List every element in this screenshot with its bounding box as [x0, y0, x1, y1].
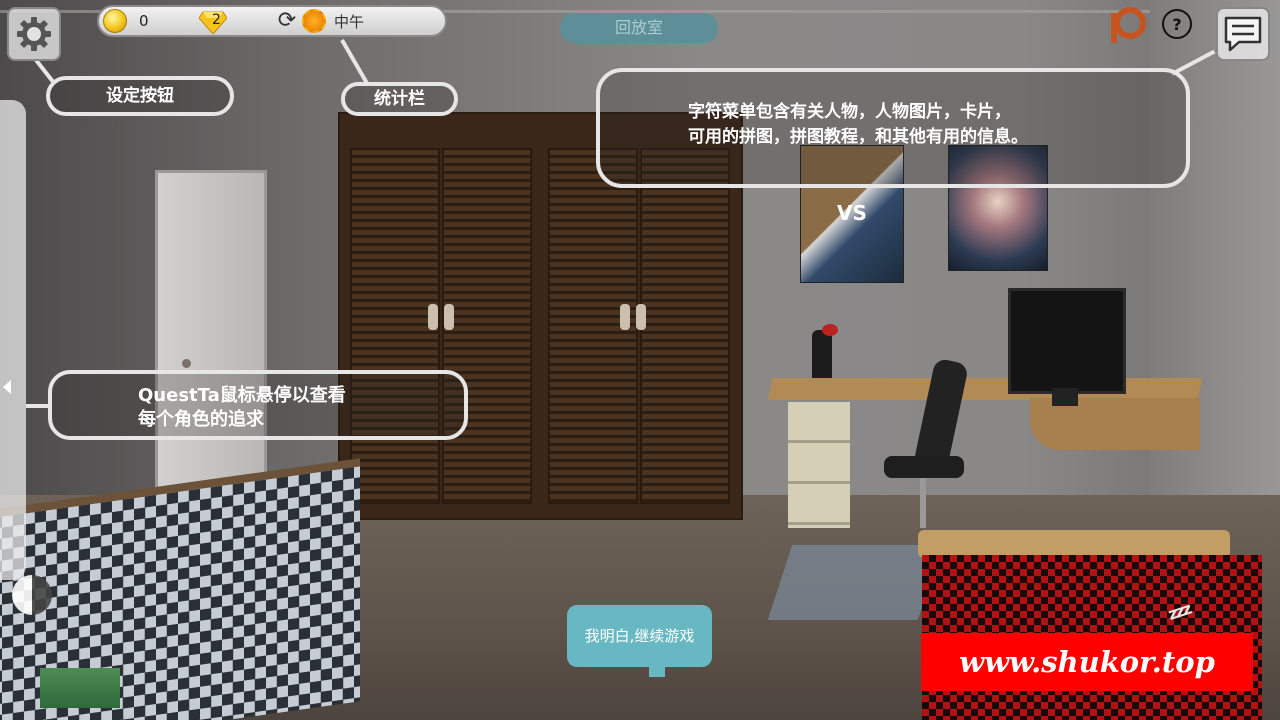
time-of-day: 中午: [334, 13, 365, 31]
settings-button[interactable]: [7, 7, 61, 61]
chat-icon: [1224, 16, 1262, 52]
character-menu-button[interactable]: [1216, 7, 1270, 61]
game-ui-overlay: 0 2 ⟳ 中午 回放室 ? 设定按钮 统计栏 字符菜单包含有关人物，人物图片，…: [0, 0, 1280, 720]
patreon-icon[interactable]: [1108, 5, 1148, 45]
quest-callout: QuestTa鼠标悬停以查看 每个角色的追求: [48, 370, 468, 440]
gem-count: 2: [212, 12, 221, 28]
callout-line: 每个角色的追求: [138, 409, 264, 430]
stats-bar: 0 2 ⟳ 中午: [97, 5, 447, 37]
coin-icon: [103, 9, 127, 33]
gear-icon: [17, 17, 51, 51]
character-menu-callout: 字符菜单包含有关人物，人物图片，卡片， 可用的拼图，拼图教程，和其他有用的信息。: [596, 68, 1190, 188]
callout-line: 字符菜单包含有关人物，人物图片，卡片，: [688, 102, 1011, 122]
continue-game-button[interactable]: 我明白,继续游戏: [567, 605, 712, 677]
quest-toggle[interactable]: [12, 575, 52, 615]
quest-side-tab[interactable]: [0, 100, 26, 580]
watermark-banner: www.shukor.top: [921, 633, 1253, 691]
settings-callout: 设定按钮: [46, 76, 234, 116]
callout-connector: [340, 39, 370, 87]
replay-room-tab[interactable]: 回放室: [560, 13, 718, 43]
callout-line: 可用的拼图，拼图教程，和其他有用的信息。: [688, 127, 1028, 147]
help-icon[interactable]: ?: [1162, 9, 1192, 39]
expand-arrow-icon[interactable]: [3, 380, 11, 394]
coin-count: 0: [139, 12, 149, 30]
refresh-icon[interactable]: ⟳: [275, 9, 299, 33]
callout-line: QuestTa鼠标悬停以查看: [138, 385, 346, 406]
stats-callout: 统计栏: [341, 82, 458, 116]
sun-icon: [302, 9, 326, 33]
callout-connector: [26, 404, 50, 408]
